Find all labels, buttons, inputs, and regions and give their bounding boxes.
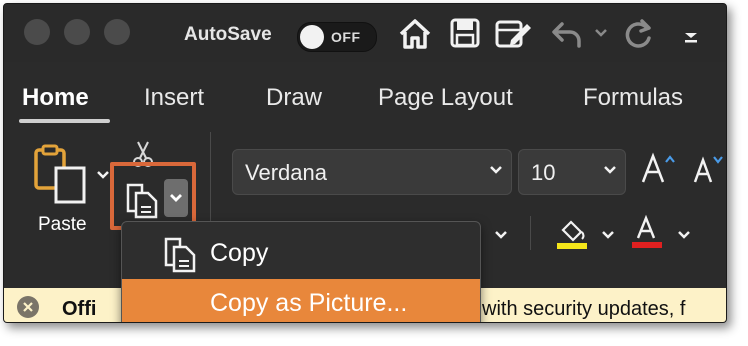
excel-window: AutoSave OFF Home Insert Draw Page Layou…: [3, 3, 727, 323]
ribbon-tabs: Home Insert Draw Page Layout Formulas: [4, 62, 726, 124]
copy-dropdown-button[interactable]: [164, 179, 188, 217]
active-tab-indicator: [19, 119, 110, 123]
autosave-toggle[interactable]: OFF: [297, 22, 377, 52]
font-name-value: Verdana: [245, 160, 327, 185]
font-size-select[interactable]: 10: [518, 149, 626, 195]
fill-color-dropdown-chevron-icon[interactable]: [601, 230, 615, 240]
chevron-down-icon: [170, 194, 182, 202]
chevron-down-icon: [490, 166, 502, 174]
info-bar-text-start: Offi: [62, 298, 97, 320]
save-icon[interactable]: [450, 18, 480, 48]
minimize-window-button[interactable]: [64, 19, 90, 45]
undo-dropdown-chevron-icon[interactable]: [594, 28, 608, 38]
tab-draw[interactable]: Draw: [266, 84, 322, 112]
menu-item-label: Copy as Picture...: [210, 289, 408, 317]
autosave-label: AutoSave: [184, 24, 272, 45]
edit-sheet-icon[interactable]: [495, 18, 533, 50]
toggle-state-text: OFF: [331, 29, 361, 45]
font-color-dropdown-chevron-icon[interactable]: [677, 230, 691, 240]
zoom-window-button[interactable]: [104, 19, 130, 45]
ribbon-divider: [530, 216, 531, 250]
font-size-value: 10: [531, 160, 556, 185]
fill-color-icon[interactable]: [555, 216, 591, 250]
borders-dropdown-chevron-icon[interactable]: [494, 230, 508, 240]
info-bar-close-button[interactable]: [17, 296, 39, 318]
ribbon-divider: [210, 132, 211, 232]
undo-icon[interactable]: [550, 18, 584, 50]
info-bar-text-end: with security updates, f: [482, 298, 686, 320]
customize-toolbar-icon[interactable]: [683, 32, 699, 44]
menu-item-label: Copy: [210, 239, 269, 267]
paste-icon[interactable]: [32, 144, 96, 210]
tab-home[interactable]: Home: [22, 84, 89, 112]
paste-dropdown-chevron-icon[interactable]: [96, 170, 110, 180]
close-window-button[interactable]: [24, 19, 50, 45]
home-icon[interactable]: [398, 18, 432, 50]
font-name-select[interactable]: Verdana: [232, 149, 512, 195]
paste-label: Paste: [38, 214, 87, 235]
toggle-knob: [300, 25, 324, 49]
chevron-down-icon: [604, 166, 616, 174]
tab-page-layout[interactable]: Page Layout: [378, 84, 513, 112]
increase-font-size-icon[interactable]: [640, 152, 678, 186]
close-icon: [23, 302, 33, 312]
tab-insert[interactable]: Insert: [144, 84, 204, 112]
font-color-icon[interactable]: [630, 214, 666, 250]
menu-item-copy-as-picture[interactable]: Copy as Picture...: [122, 279, 480, 322]
copy-icon: [164, 237, 196, 273]
redo-icon[interactable]: [622, 18, 656, 52]
copy-dropdown-menu: Copy Copy as Picture...: [121, 221, 481, 322]
title-bar: AutoSave OFF: [4, 4, 726, 62]
tab-formulas[interactable]: Formulas: [583, 84, 683, 112]
copy-icon[interactable]: [124, 181, 160, 219]
decrease-font-size-icon[interactable]: [692, 152, 726, 186]
menu-item-copy[interactable]: Copy: [122, 230, 480, 278]
